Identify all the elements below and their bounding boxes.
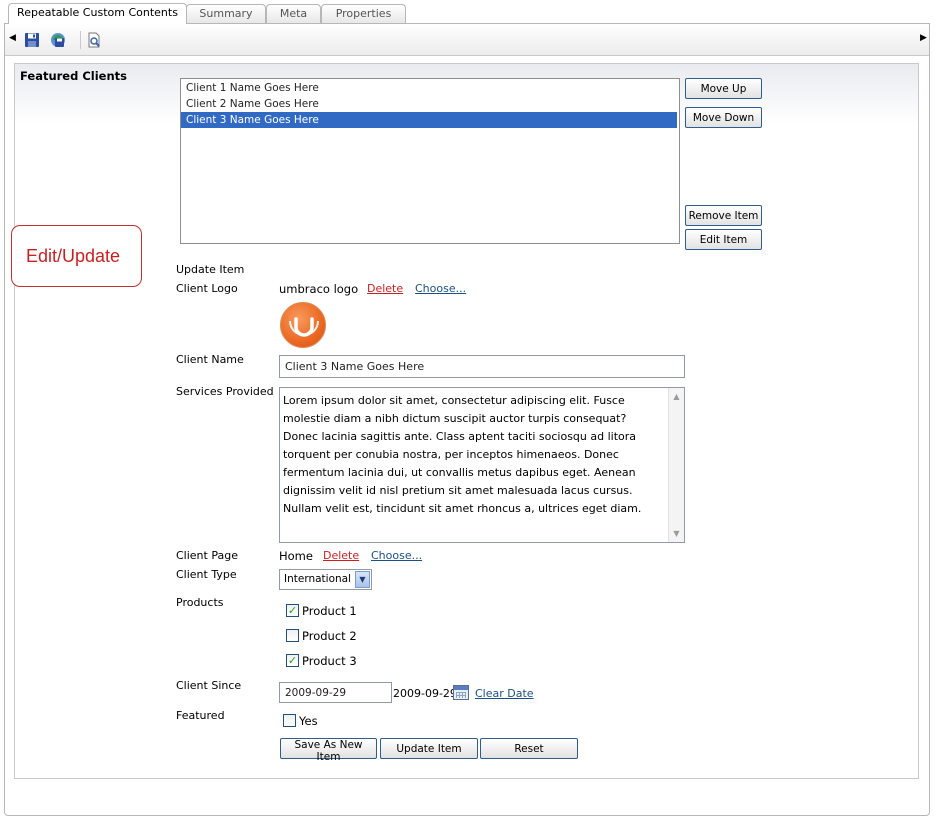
client-type-select[interactable]: International ▼ bbox=[279, 569, 372, 590]
client-page-delete-link[interactable]: Delete bbox=[323, 549, 359, 562]
featured-yes-checkbox[interactable] bbox=[283, 714, 296, 727]
textarea-scrollbar[interactable]: ▲ ▼ bbox=[668, 388, 684, 542]
toolbar-separator bbox=[80, 31, 81, 49]
client-logo-choose-link[interactable]: Choose... bbox=[415, 282, 466, 295]
product-3-checkbox[interactable]: ✓ bbox=[286, 654, 299, 667]
client-list: Client 1 Name Goes Here Client 2 Name Go… bbox=[181, 80, 677, 128]
client-logo-label: Client Logo bbox=[176, 282, 238, 295]
tab-properties[interactable]: Properties bbox=[321, 4, 406, 24]
save-icon[interactable] bbox=[24, 32, 40, 48]
product-1-checkbox[interactable]: ✓ bbox=[286, 604, 299, 617]
services-provided-label: Services Provided bbox=[176, 385, 274, 398]
move-down-button[interactable]: Move Down bbox=[685, 107, 762, 128]
right-arrow-icon[interactable]: ▶ bbox=[920, 33, 927, 43]
client-type-label: Client Type bbox=[176, 568, 237, 581]
save-as-new-item-button[interactable]: Save As New Item bbox=[280, 738, 377, 763]
move-up-button[interactable]: Move Up bbox=[685, 78, 762, 99]
edit-update-callout: Edit/Update bbox=[11, 225, 142, 287]
calendar-icon[interactable] bbox=[453, 685, 469, 700]
list-item-selected[interactable]: Client 3 Name Goes Here bbox=[181, 112, 677, 128]
list-item[interactable]: Client 2 Name Goes Here bbox=[181, 96, 677, 112]
client-since-label: Client Since bbox=[176, 679, 242, 692]
services-provided-textarea[interactable]: Lorem ipsum dolor sit amet, consectetur … bbox=[279, 387, 685, 543]
tab-meta[interactable]: Meta bbox=[266, 4, 321, 24]
client-type-selected-value: International bbox=[284, 573, 352, 585]
client-since-display: 2009-09-29 bbox=[393, 687, 457, 700]
preview-icon[interactable] bbox=[86, 32, 102, 48]
toolbar: ◀ ▶ bbox=[5, 24, 929, 56]
client-since-date-input[interactable] bbox=[279, 682, 392, 703]
product-2-label: Product 2 bbox=[302, 629, 357, 643]
featured-label: Featured bbox=[176, 709, 225, 722]
remove-item-button[interactable]: Remove Item bbox=[685, 205, 762, 226]
tab-bar: Repeatable Custom Contents Summary Meta … bbox=[0, 0, 940, 24]
client-page-value: Home bbox=[279, 549, 313, 563]
client-name-input[interactable] bbox=[279, 355, 685, 378]
client-page-label: Client Page bbox=[176, 549, 238, 562]
update-item-button[interactable]: Update Item bbox=[380, 738, 478, 759]
edit-item-button[interactable]: Edit Item bbox=[685, 229, 762, 250]
reset-button[interactable]: Reset bbox=[480, 738, 578, 759]
left-arrow-icon[interactable]: ◀ bbox=[9, 33, 16, 43]
client-name-label: Client Name bbox=[176, 353, 244, 366]
product-1-label: Product 1 bbox=[302, 604, 357, 618]
umbraco-logo-icon bbox=[280, 302, 326, 348]
save-and-publish-icon[interactable] bbox=[50, 32, 66, 48]
services-provided-text: Lorem ipsum dolor sit amet, consectetur … bbox=[283, 394, 642, 515]
update-item-heading: Update Item bbox=[176, 263, 245, 276]
client-page-choose-link[interactable]: Choose... bbox=[371, 549, 422, 562]
list-item[interactable]: Client 1 Name Goes Here bbox=[181, 80, 677, 96]
chevron-down-icon[interactable]: ▼ bbox=[355, 571, 370, 588]
tab-repeatable-custom-contents[interactable]: Repeatable Custom Contents bbox=[8, 3, 187, 24]
scroll-up-icon[interactable]: ▲ bbox=[672, 392, 681, 401]
product-3-label: Product 3 bbox=[302, 654, 357, 668]
featured-yes-label: Yes bbox=[299, 714, 318, 728]
client-logo-value: umbraco logo bbox=[279, 282, 359, 296]
tab-summary[interactable]: Summary bbox=[186, 4, 266, 24]
client-logo-delete-link[interactable]: Delete bbox=[367, 282, 403, 295]
scroll-down-icon[interactable]: ▼ bbox=[672, 529, 681, 538]
product-2-checkbox[interactable] bbox=[286, 629, 299, 642]
products-label: Products bbox=[176, 596, 224, 609]
section-title: Featured Clients bbox=[20, 69, 127, 83]
clear-date-link[interactable]: Clear Date bbox=[475, 687, 534, 700]
